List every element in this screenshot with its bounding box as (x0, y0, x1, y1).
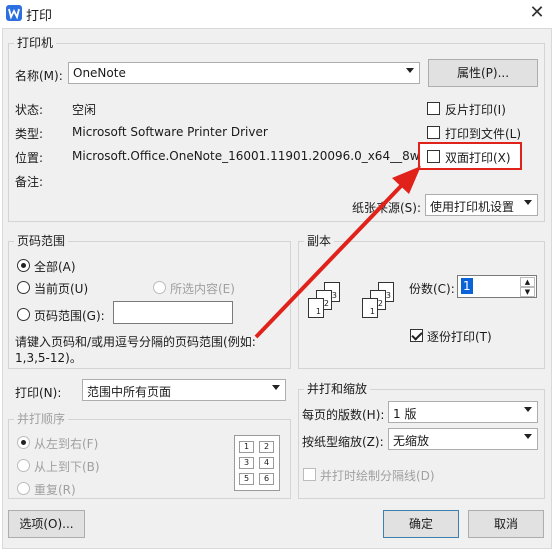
annotation-arrow (254, 166, 421, 339)
annotation-arrow-shaft (254, 184, 403, 339)
